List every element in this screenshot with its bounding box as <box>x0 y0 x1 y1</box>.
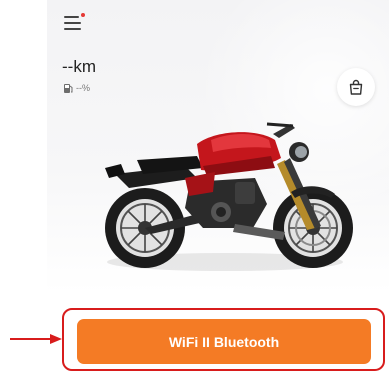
motorcycle-image <box>105 122 353 271</box>
wifi-bluetooth-connect-button[interactable]: WiFi II Bluetooth <box>77 319 371 364</box>
notification-dot <box>81 13 85 17</box>
distance-value: --km <box>62 57 96 76</box>
fuel-pump-icon <box>64 83 73 93</box>
fuel-level: --% <box>63 82 90 94</box>
shop-button[interactable] <box>337 68 375 106</box>
shopping-bag-icon <box>349 79 363 95</box>
arrow-right-icon <box>10 334 62 344</box>
menu-button[interactable] <box>64 13 86 32</box>
fuel-percent: --% <box>76 83 90 93</box>
